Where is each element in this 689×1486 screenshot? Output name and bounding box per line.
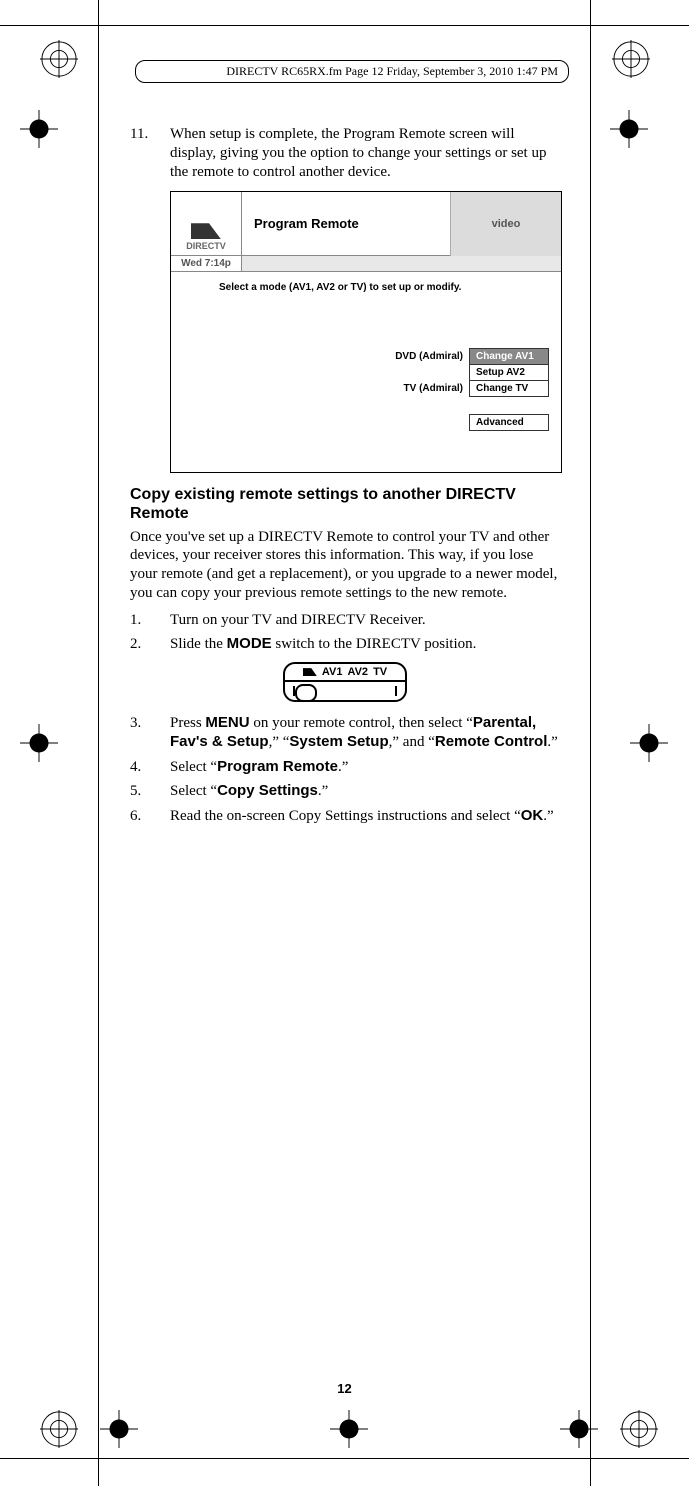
page-header: DIRECTV RC65RX.fm Page 12 Friday, Septem… xyxy=(135,60,569,83)
mode-word: MODE xyxy=(227,635,272,652)
step-text: Slide the MODE switch to the DIRECTV pos… xyxy=(170,635,560,654)
intro-paragraph: Once you've set up a DIRECTV Remote to c… xyxy=(130,528,560,603)
step-text: Read the on-screen Copy Settings instruc… xyxy=(170,807,560,826)
directv-icon xyxy=(303,668,317,676)
step-text: When setup is complete, the Program Remo… xyxy=(170,125,560,181)
section-heading: Copy existing remote settings to another… xyxy=(130,485,560,523)
step-number: 3. xyxy=(130,714,170,752)
step-number: 1. xyxy=(130,611,170,630)
mode-switch-figure: AV1 AV2 TV xyxy=(130,662,560,702)
registration-mark-icon xyxy=(610,110,648,148)
screenshot-header: DIRECTV Program Remote video xyxy=(171,192,561,256)
screenshot-body: Select a mode (AV1, AV2 or TV) to set up… xyxy=(171,272,561,472)
crop-line xyxy=(0,25,689,26)
registration-mark-icon xyxy=(20,110,58,148)
step-11: 11. When setup is complete, the Program … xyxy=(130,125,560,181)
video-preview: video xyxy=(450,192,561,256)
step-text: Select “Program Remote.” xyxy=(170,758,560,777)
step-number: 6. xyxy=(130,807,170,826)
registration-mark-icon xyxy=(40,40,78,78)
step-6: 6. Read the on-screen Copy Settings inst… xyxy=(130,807,560,826)
time-bar xyxy=(242,256,561,272)
program-remote-screenshot: DIRECTV Program Remote video Wed 7:14p S… xyxy=(170,191,562,473)
setup-av2-button[interactable]: Setup AV2 xyxy=(469,364,549,381)
step-number: 11. xyxy=(130,125,170,181)
crop-line xyxy=(0,1458,689,1459)
step-5: 5. Select “Copy Settings.” xyxy=(130,782,560,801)
page-content: 11. When setup is complete, the Program … xyxy=(130,125,560,832)
step-3: 3. Press MENU on your remote control, th… xyxy=(130,714,560,752)
registration-mark-icon xyxy=(612,40,650,78)
registration-mark-icon xyxy=(20,724,58,762)
time-cell: Wed 7:14p xyxy=(171,256,242,272)
time-row: Wed 7:14p xyxy=(171,256,561,272)
directv-logo-icon xyxy=(191,223,221,239)
instruction-text: Select a mode (AV1, AV2 or TV) to set up… xyxy=(219,282,549,293)
step-number: 2. xyxy=(130,635,170,654)
registration-mark-icon xyxy=(330,1410,368,1448)
crop-line xyxy=(590,0,591,1486)
step-2: 2. Slide the MODE switch to the DIRECTV … xyxy=(130,635,560,654)
change-av1-button[interactable]: Change AV1 xyxy=(469,348,549,365)
slider-knob xyxy=(295,684,317,702)
step-4: 4. Select “Program Remote.” xyxy=(130,758,560,777)
registration-mark-icon xyxy=(100,1410,138,1448)
registration-mark-icon xyxy=(630,724,668,762)
mode-switch-diagram: AV1 AV2 TV xyxy=(283,662,407,702)
registration-mark-icon xyxy=(620,1410,658,1448)
registration-mark-icon xyxy=(560,1410,598,1448)
logo-text: DIRECTV xyxy=(186,241,226,251)
crop-line xyxy=(98,0,99,1486)
screenshot-title: Program Remote xyxy=(242,192,450,256)
av2-label: AV2 xyxy=(347,666,368,678)
page-number: 12 xyxy=(0,1381,689,1396)
tv-label: TV (Admiral) xyxy=(404,383,463,394)
step-text: Press MENU on your remote control, then … xyxy=(170,714,560,752)
dvd-label: DVD (Admiral) xyxy=(395,351,463,362)
tv-label: TV xyxy=(373,666,387,678)
header-text: DIRECTV RC65RX.fm Page 12 Friday, Septem… xyxy=(226,64,558,79)
step-number: 5. xyxy=(130,782,170,801)
step-text: Select “Copy Settings.” xyxy=(170,782,560,801)
change-tv-button[interactable]: Change TV xyxy=(469,380,549,397)
step-1: 1. Turn on your TV and DIRECTV Receiver. xyxy=(130,611,560,630)
step-text: Turn on your TV and DIRECTV Receiver. xyxy=(170,611,560,630)
advanced-button[interactable]: Advanced xyxy=(469,414,549,431)
directv-logo: DIRECTV xyxy=(171,192,242,256)
registration-mark-icon xyxy=(40,1410,78,1448)
step-number: 4. xyxy=(130,758,170,777)
av1-label: AV1 xyxy=(322,666,343,678)
